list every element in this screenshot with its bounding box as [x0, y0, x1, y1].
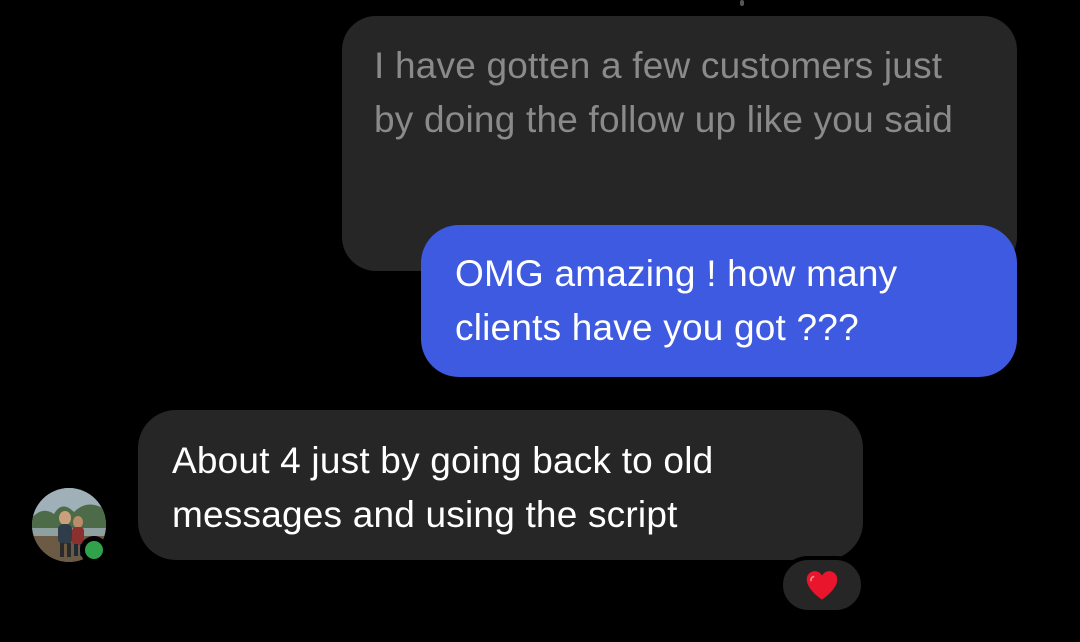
scroll-fragment: [740, 0, 744, 6]
heart-icon: [806, 571, 838, 600]
online-status-indicator: [80, 536, 108, 564]
received-message-bubble[interactable]: About 4 just by going back to old messag…: [138, 410, 863, 560]
quoted-message-text: I have gotten a few customers just by do…: [374, 45, 954, 140]
sent-message-bubble[interactable]: OMG amazing ! how many clients have you …: [421, 225, 1017, 377]
received-message-text: About 4 just by going back to old messag…: [172, 440, 714, 535]
chat-thread: I have gotten a few customers just by do…: [0, 0, 1080, 642]
sent-message-text: OMG amazing ! how many clients have you …: [455, 253, 898, 348]
online-status-dot: [85, 541, 103, 559]
message-reaction[interactable]: [779, 556, 865, 614]
